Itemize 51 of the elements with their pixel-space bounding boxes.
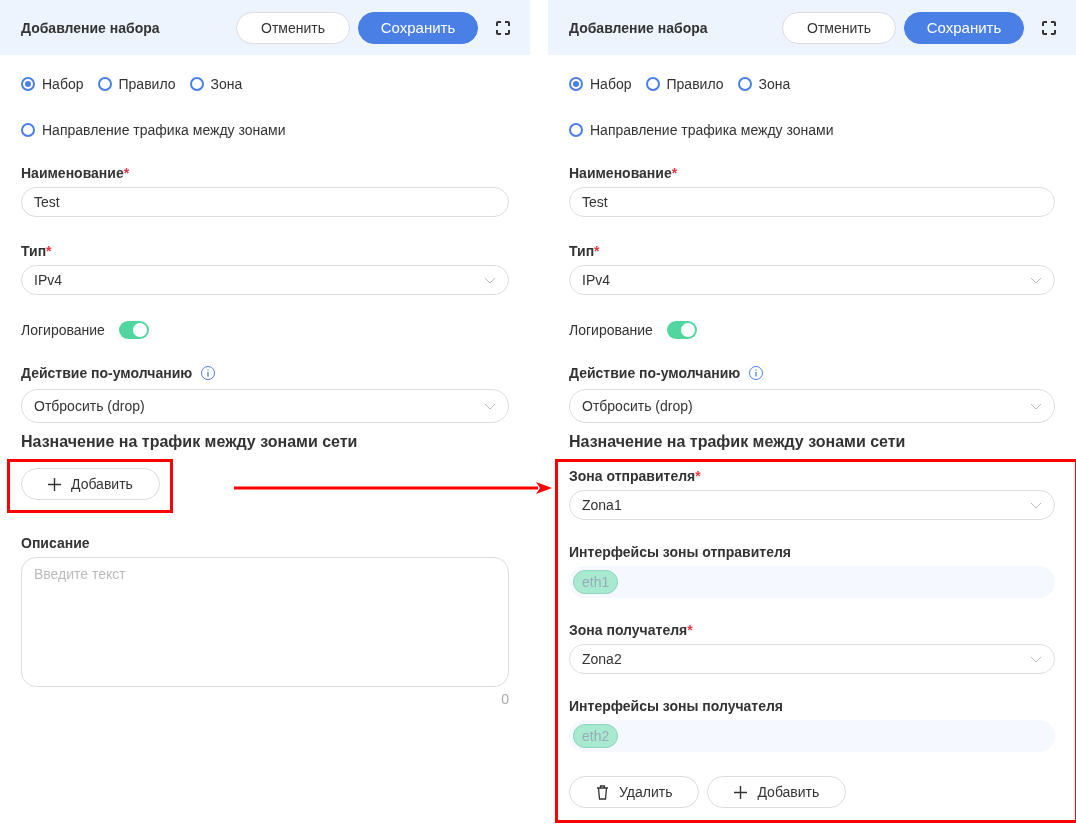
chevron-down-icon bbox=[1030, 655, 1042, 663]
radio-option[interactable]: Набор bbox=[21, 75, 84, 93]
field-label: Наименование* bbox=[21, 165, 131, 181]
logging-toggle[interactable] bbox=[118, 321, 149, 339]
field-label: Тип* bbox=[21, 243, 53, 259]
radio-option[interactable]: Зона bbox=[189, 75, 243, 93]
save-button[interactable]: Сохранить bbox=[904, 11, 1024, 44]
field-label: Описание bbox=[21, 535, 91, 551]
add-button[interactable]: Добавить bbox=[707, 776, 847, 808]
character-count: 0 bbox=[501, 691, 509, 707]
cancel-button[interactable]: Отменить bbox=[236, 11, 350, 44]
chevron-down-icon bbox=[1030, 276, 1042, 284]
radio-option[interactable]: Набор bbox=[569, 75, 632, 93]
add-button[interactable]: Добавить bbox=[21, 468, 160, 500]
radio-option[interactable]: Направление трафика между зонами bbox=[21, 121, 286, 139]
chevron-down-icon bbox=[1030, 402, 1042, 410]
field-label: Тип* bbox=[569, 243, 601, 259]
field-label: Зона отправителя* bbox=[569, 468, 702, 484]
section-title: Назначение на трафик между зонами сети bbox=[21, 433, 359, 451]
logging-label: Логирование bbox=[569, 322, 653, 338]
cancel-button[interactable]: Отменить bbox=[782, 11, 896, 44]
field-label: Действие по-умолчанию bbox=[569, 365, 741, 381]
chevron-down-icon bbox=[484, 402, 496, 410]
field-label: Интерфейсы зоны отправителя bbox=[569, 544, 793, 560]
field-label: Действие по-умолчанию bbox=[21, 365, 193, 381]
save-button[interactable]: Сохранить bbox=[358, 11, 478, 44]
field-label: Интерфейсы зоны получателя bbox=[569, 698, 785, 714]
field-label: Наименование* bbox=[569, 165, 679, 181]
radio-option[interactable]: Зона bbox=[737, 75, 791, 93]
section-title: Назначение на трафик между зонами сети bbox=[569, 433, 907, 451]
fullscreen-icon[interactable] bbox=[496, 20, 510, 35]
info-icon[interactable] bbox=[748, 365, 765, 381]
logging-toggle[interactable] bbox=[666, 321, 697, 339]
info-icon[interactable] bbox=[200, 365, 217, 381]
field-label: Зона получателя* bbox=[569, 622, 694, 638]
panel-title: Добавление набора bbox=[21, 19, 161, 36]
radio-option[interactable]: Направление трафика между зонами bbox=[569, 121, 834, 139]
interface-tag: eth1 bbox=[573, 570, 619, 594]
fullscreen-icon[interactable] bbox=[1042, 20, 1056, 35]
plus-icon bbox=[48, 477, 61, 491]
plus-icon bbox=[734, 785, 748, 799]
chevron-down-icon bbox=[1030, 501, 1042, 509]
interface-tag: eth2 bbox=[573, 724, 619, 748]
chevron-down-icon bbox=[484, 276, 496, 284]
delete-button[interactable]: Удалить bbox=[569, 776, 700, 808]
logging-label: Логирование bbox=[21, 322, 105, 338]
radio-option[interactable]: Правило bbox=[97, 75, 176, 93]
radio-option[interactable]: Правило bbox=[645, 75, 724, 93]
trash-icon bbox=[596, 784, 609, 800]
panel-title: Добавление набора bbox=[569, 19, 709, 36]
description-textarea[interactable]: Введите текст bbox=[21, 557, 509, 687]
